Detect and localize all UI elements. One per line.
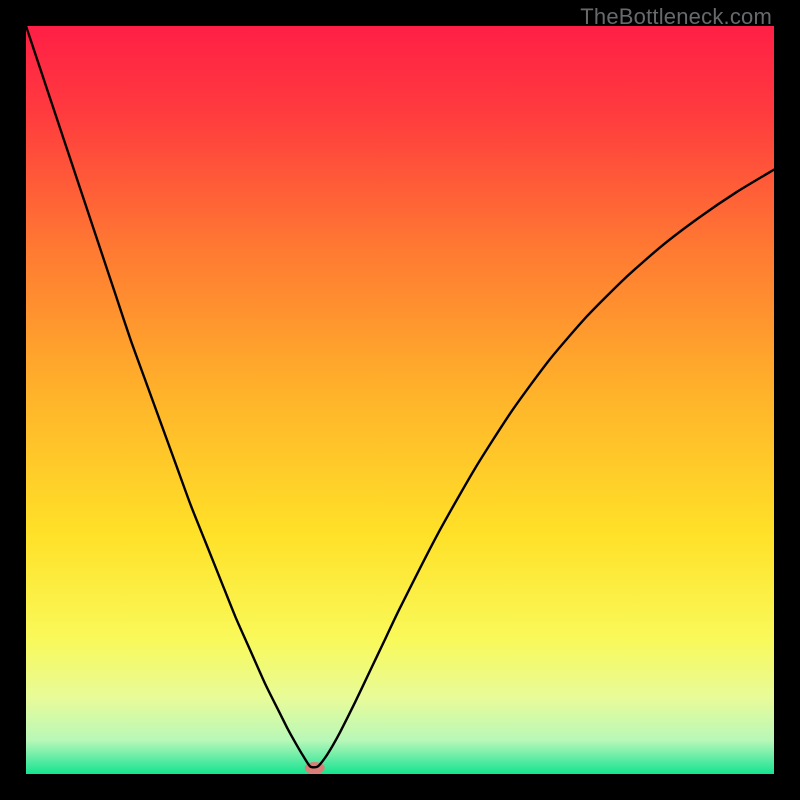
watermark-text: TheBottleneck.com	[580, 4, 772, 30]
chart-frame	[26, 26, 774, 774]
bottleneck-chart	[26, 26, 774, 774]
chart-background	[26, 26, 774, 774]
